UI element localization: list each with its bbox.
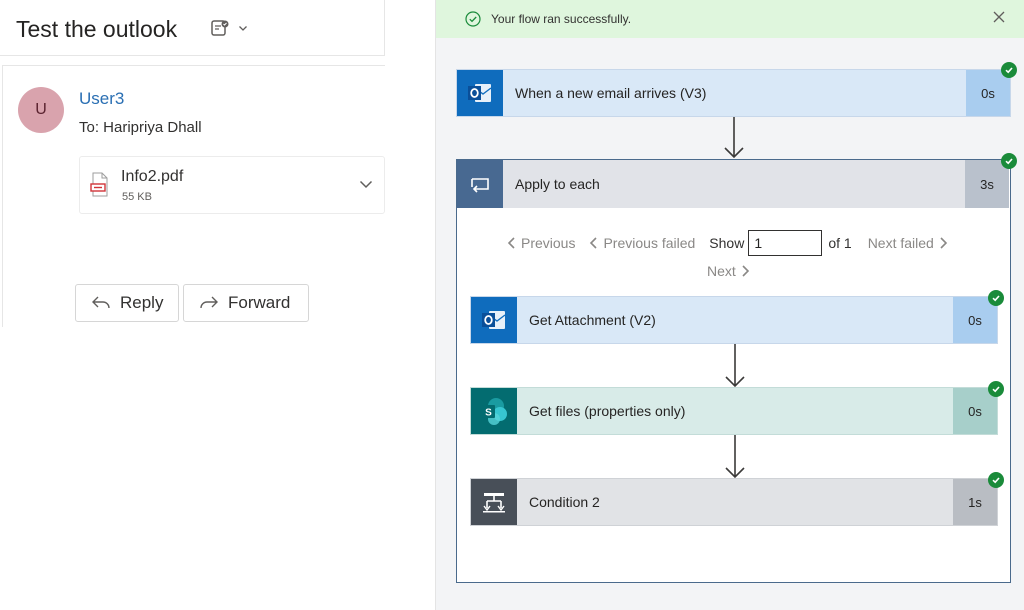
trigger-label: When a new email arrives (V3) [515, 85, 707, 101]
forward-icon [200, 296, 218, 309]
chevron-right-icon [742, 265, 749, 277]
sharepoint-icon: S [471, 388, 517, 434]
chevron-down-icon[interactable] [358, 176, 374, 192]
show-label: Show [709, 235, 745, 251]
message-subject: Test the outlook [16, 16, 178, 42]
reply-label: Reply [120, 293, 164, 312]
check-circle-icon [465, 11, 481, 27]
trigger-duration: 0s [966, 70, 1010, 116]
success-check-icon [1001, 62, 1017, 78]
of-count: of 1 [828, 235, 852, 251]
forward-button[interactable]: Forward [183, 284, 309, 322]
forward-label: Forward [228, 293, 291, 312]
scope-header[interactable]: Apply to each 3s [457, 160, 1009, 208]
scope-duration: 3s [965, 160, 1009, 208]
recipient-line: To: Haripriya Dhall [79, 119, 202, 136]
chevron-left-icon [590, 237, 598, 249]
apply-to-each-scope[interactable]: Apply to each 3s Previous Previous faile… [456, 159, 1011, 583]
trigger-step[interactable]: When a new email arrives (V3) 0s [456, 69, 1011, 117]
close-icon[interactable] [993, 11, 1005, 23]
get-files-step[interactable]: S Get files (properties only) 0s [470, 387, 998, 435]
previous-failed-link[interactable]: Previous failed [589, 235, 695, 251]
iteration-pager: Previous Previous failed Show of 1 Next … [507, 230, 948, 256]
attachment-card[interactable]: Info2.pdf 55 KB [79, 156, 385, 214]
outlook-icon [457, 70, 503, 116]
scope-label: Apply to each [515, 176, 600, 192]
success-check-icon [988, 472, 1004, 488]
next-link[interactable]: Next [707, 263, 750, 279]
message-card: U User3 To: Haripriya Dhall Info2.pdf 55… [2, 65, 385, 327]
connector-arrow [724, 117, 744, 159]
pdf-file-icon [90, 172, 108, 197]
connector-arrow [725, 344, 745, 388]
loop-icon [457, 160, 503, 208]
svg-text:S: S [485, 408, 492, 419]
chevron-down-icon[interactable] [238, 23, 248, 33]
action-label: Condition 2 [529, 494, 600, 510]
outlook-icon [471, 297, 517, 343]
avatar[interactable]: U [18, 87, 64, 133]
action-label: Get files (properties only) [529, 403, 686, 419]
iteration-input[interactable] [748, 230, 823, 256]
condition-step[interactable]: Condition 2 1s [470, 478, 998, 526]
condition-icon [471, 479, 517, 525]
chevron-right-icon [940, 237, 947, 249]
next-failed-link[interactable]: Next failed [868, 235, 948, 251]
action-label: Get Attachment (V2) [529, 312, 656, 328]
get-attachment-step[interactable]: Get Attachment (V2) 0s [470, 296, 998, 344]
immersive-reader-icon[interactable] [210, 18, 230, 38]
message-header: Test the outlook [0, 0, 385, 56]
reply-button[interactable]: Reply [75, 284, 179, 322]
outlook-pane: Test the outlook U User3 To: Haripriya D… [0, 0, 435, 610]
reply-icon [92, 296, 110, 309]
success-check-icon [988, 290, 1004, 306]
banner-text: Your flow ran successfully. [491, 12, 632, 26]
sender-name[interactable]: User3 [79, 89, 124, 109]
chevron-left-icon [507, 237, 515, 249]
attachment-name: Info2.pdf [121, 168, 184, 185]
success-check-icon [988, 381, 1004, 397]
success-check-icon [1001, 153, 1017, 169]
connector-arrow [725, 435, 745, 479]
previous-link[interactable]: Previous [507, 235, 575, 251]
attachment-size: 55 KB [122, 191, 152, 203]
header-actions[interactable] [210, 18, 248, 38]
flow-run-pane: Your flow ran successfully. When a new e… [435, 0, 1024, 610]
success-banner: Your flow ran successfully. [436, 0, 1024, 38]
